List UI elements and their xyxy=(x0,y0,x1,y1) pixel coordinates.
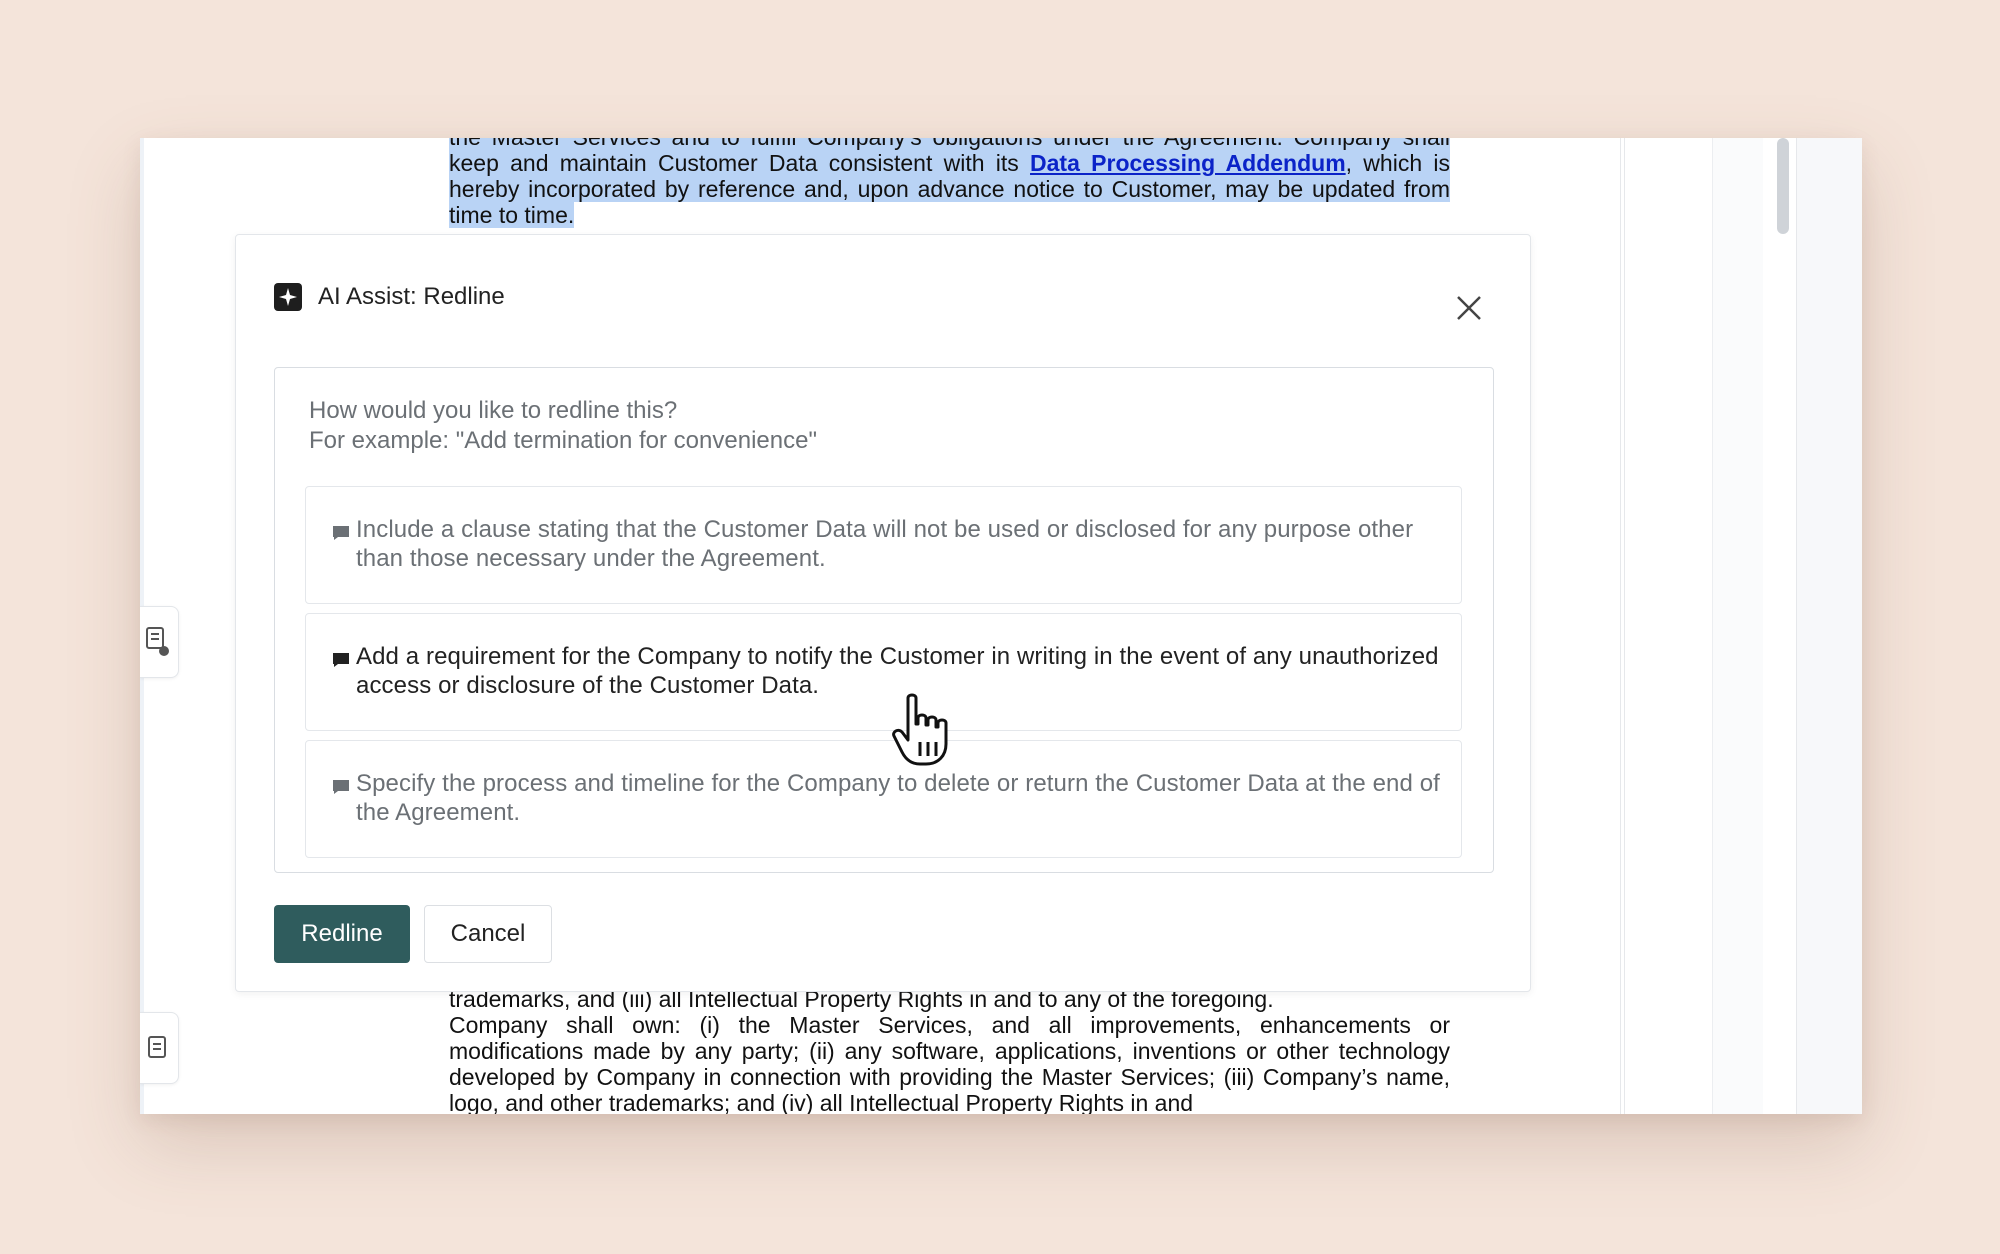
document-lines-icon xyxy=(148,1036,166,1058)
dpa-link[interactable]: Data Processing Addendum xyxy=(1030,150,1346,176)
suggestion-item-3[interactable]: Specify the process and timeline for the… xyxy=(305,740,1462,858)
clipped-line: the Master Services and to fulfill Compa… xyxy=(449,138,1450,150)
doc-paragraph: Company shall own: (i) the Master Servic… xyxy=(449,1012,1450,1114)
redline-prompt-input[interactable]: How would you like to redline this? For … xyxy=(274,367,1494,873)
comment-icon xyxy=(333,780,349,794)
close-icon xyxy=(1457,296,1481,320)
dialog-header: AI Assist: Redline xyxy=(274,283,505,311)
comment-icon xyxy=(333,653,349,667)
outline-toggle-button[interactable] xyxy=(140,1012,179,1084)
suggestion-text: Include a clause stating that the Custom… xyxy=(356,516,1414,572)
hand-pointer-icon xyxy=(892,693,948,766)
scrollbar-thumb[interactable] xyxy=(1777,138,1789,234)
cancel-button[interactable]: Cancel xyxy=(424,905,552,963)
ai-assist-dialog: AI Assist: Redline How would you like to… xyxy=(235,234,1531,992)
sparkle-icon xyxy=(274,283,302,311)
placeholder-line-1: How would you like to redline this? xyxy=(309,397,678,424)
suggestion-text: Specify the process and timeline for the… xyxy=(356,770,1440,826)
close-button[interactable] xyxy=(1454,293,1484,323)
comments-toggle-button[interactable] xyxy=(140,606,179,678)
suggestion-item-1[interactable]: Include a clause stating that the Custom… xyxy=(305,486,1462,604)
document-paragraph-top: the Master Services and to fulfill Compa… xyxy=(449,138,1450,228)
dialog-title: AI Assist: Redline xyxy=(318,283,505,310)
right-pane xyxy=(1624,138,1713,1114)
redline-button[interactable]: Redline xyxy=(274,905,410,963)
suggestion-item-2[interactable]: Add a requirement for the Company to not… xyxy=(305,613,1462,731)
selected-text: keep and maintain Customer Data consiste… xyxy=(449,150,1031,176)
prompt-placeholder: How would you like to redline this? For … xyxy=(309,396,817,456)
comment-list-icon xyxy=(146,627,169,656)
placeholder-line-2: For example: "Add termination for conven… xyxy=(309,427,817,454)
comment-icon xyxy=(333,526,349,540)
page-edge xyxy=(1620,138,1621,1114)
scroll-column xyxy=(1712,138,1763,1114)
side-panel-strip xyxy=(1796,138,1862,1114)
document-paragraph-bottom: trademarks, and (iii) all Intellectual P… xyxy=(449,986,1450,1114)
